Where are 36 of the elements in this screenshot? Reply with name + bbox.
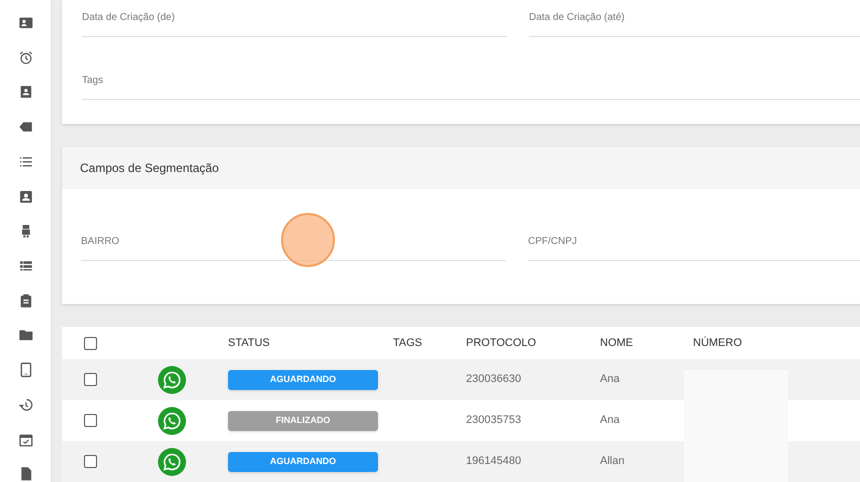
text-field[interactable]: Tags (82, 67, 860, 100)
column-header: TAGS (393, 336, 424, 351)
whatsapp-icon (158, 406, 186, 434)
table-cell-text: 230036630 (466, 372, 522, 388)
checkbox[interactable] (84, 373, 97, 386)
column-header: NÚMERO (693, 336, 743, 351)
contact-card-icon[interactable] (18, 15, 34, 31)
field-label: CPF/CNPJ (528, 236, 577, 247)
status-badge: AGUARDANDO (228, 452, 378, 472)
status-badge: FINALIZADO (228, 410, 378, 430)
checkbox[interactable] (84, 455, 97, 468)
field-label: Tags (82, 75, 104, 86)
text-field[interactable]: CPF/CNPJ (528, 228, 860, 261)
field-label: Data de Criação (até) (529, 12, 625, 23)
field-label: BAIRRO (81, 236, 120, 247)
column-header: STATUS (228, 336, 271, 351)
text-field[interactable]: Data de Criação (até) (529, 4, 860, 37)
card-title: Campos de Segmentação (80, 160, 219, 177)
whatsapp-icon (158, 366, 186, 394)
checkbox[interactable] (84, 336, 97, 350)
field-label: Data de Criação (de) (82, 12, 175, 23)
checkbox[interactable] (84, 414, 97, 427)
table-cell-text: 230035753 (466, 413, 522, 428)
history-icon[interactable] (18, 396, 34, 413)
table-cell-text: 196145480 (466, 454, 522, 470)
table-cell-text: Ana (600, 413, 621, 428)
column-header: PROTOCOLO (466, 336, 538, 351)
column-header: NOME (600, 336, 634, 351)
whatsapp-icon (158, 448, 186, 476)
text-field[interactable]: Data de Criação (de) (82, 4, 507, 37)
table-cell-text: Ana (600, 372, 621, 388)
alarm-clock-icon[interactable] (18, 50, 34, 66)
table-cell-text: Allan (600, 454, 626, 470)
person-card-icon[interactable] (18, 188, 34, 204)
calendar-check-icon[interactable] (18, 432, 34, 448)
status-badge: AGUARDANDO (228, 370, 378, 390)
